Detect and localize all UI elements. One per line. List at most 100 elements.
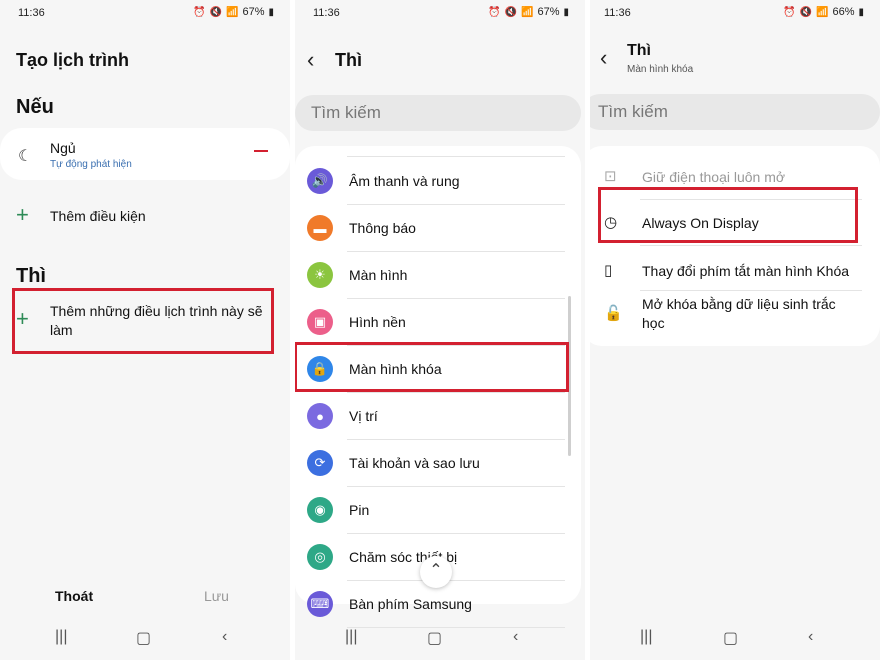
page-title: Thì: [627, 42, 651, 59]
brightness-icon: ☀: [307, 262, 333, 288]
home-icon[interactable]: ▢: [427, 628, 442, 648]
settings-item-wallpaper[interactable]: ▣ Hình nền: [295, 299, 581, 346]
settings-item-battery[interactable]: ◉ Pin: [295, 487, 581, 534]
exit-button[interactable]: Thoát: [55, 588, 93, 604]
if-heading: Nếu: [16, 96, 54, 118]
back-icon[interactable]: ‹: [222, 628, 227, 646]
wifi-icon: 📶: [521, 6, 534, 18]
plus-icon: +: [16, 202, 29, 227]
back-icon[interactable]: ‹: [808, 628, 813, 646]
settings-item-location[interactable]: ● Vị trí: [295, 393, 581, 440]
nav-bar: ||| ▢ ‹: [295, 626, 585, 650]
settings-item-brightness[interactable]: ☀ Màn hình: [295, 252, 581, 299]
device-care-icon: ◎: [307, 544, 333, 570]
keyboard-icon: ⌨: [307, 591, 333, 617]
scroll-to-top-button[interactable]: ⌃: [420, 556, 452, 588]
settings-item-label: Pin: [349, 502, 370, 518]
lock-option-item: ⊡ Giữ điện thoại luôn mở: [590, 154, 880, 200]
status-time: 11:36: [604, 7, 631, 19]
clock-icon: ◷: [604, 214, 618, 231]
page-title: Thì: [335, 50, 362, 70]
divider: [347, 156, 565, 157]
settings-item-label: Bàn phím Samsung: [349, 596, 472, 612]
sound-icon: 🔊: [307, 168, 333, 194]
mute-icon: 🔇: [504, 6, 517, 18]
home-icon[interactable]: ▢: [136, 628, 151, 648]
wifi-icon: 📶: [816, 6, 829, 18]
add-condition-label: Thêm điều kiện: [50, 208, 146, 224]
lock-options-list: ⊡ Giữ điện thoại luôn mở ◷ Always On Displa…: [590, 146, 880, 346]
lock-option-label: Mở khóa bằng dữ liệu sinh trắc học: [642, 296, 836, 331]
lock-option-item[interactable]: ▯ Thay đổi phím tắt màn hình Khóa: [590, 248, 880, 294]
screen-create-schedule: 11:36 ⏰ 🔇 📶 67% ▮ Tạo lịch trình Nếu ☾ N…: [0, 0, 290, 660]
wallpaper-icon: ▣: [307, 309, 333, 335]
page-subtitle: Màn hình khóa: [627, 64, 694, 75]
settings-item-sound[interactable]: 🔊 Âm thanh và rung: [295, 158, 581, 205]
status-bar: 11:36 ⏰ 🔇 📶 67% ▮: [295, 0, 585, 26]
search-input[interactable]: Tìm kiếm: [590, 94, 880, 130]
wifi-icon: 📶: [226, 6, 239, 18]
shortcut-icon: ▯: [604, 262, 613, 279]
nav-bar: ||| ▢ ‹: [590, 626, 880, 650]
mute-icon: 🔇: [799, 6, 812, 18]
lock-option-label: Thay đổi phím tắt màn hình Khóa: [642, 263, 850, 279]
settings-item-lock[interactable]: 🔒 Màn hình khóa: [295, 346, 581, 393]
mute-icon: 🔇: [209, 6, 222, 18]
settings-item-notification[interactable]: ▬ Thông báo: [295, 205, 581, 252]
save-button[interactable]: Lưu: [204, 588, 229, 604]
screen-lock-screen-options: 11:36 ⏰ 🔇 📶 66% ▮ ‹ Thì Màn hình khóa Tì…: [590, 0, 880, 660]
condition-label: Ngủ: [50, 140, 76, 156]
battery-level: 67%: [242, 6, 265, 18]
plus-icon: +: [16, 306, 29, 331]
lock-option-item[interactable]: 🔓 Mở khóa bằng dữ liệu sinh trắc học: [590, 291, 880, 343]
home-icon[interactable]: ▢: [723, 628, 738, 648]
page-title: Tạo lịch trình: [16, 50, 130, 70]
moon-icon: ☾: [18, 148, 33, 165]
settings-list: 🔊 Âm thanh và rung ▬ Thông báo ☀ Màn hình ▣ Hìn…: [295, 146, 581, 628]
back-arrow-icon[interactable]: ‹: [600, 45, 607, 71]
status-time: 11:36: [313, 7, 340, 19]
alarm-icon: ⏰: [783, 6, 796, 18]
status-icons: ⏰ 🔇 📶 67% ▮: [193, 6, 274, 18]
settings-item-label: Hình nền: [349, 314, 406, 330]
settings-item-keyboard[interactable]: ⌨ Bàn phím Samsung: [295, 581, 581, 628]
back-arrow-icon[interactable]: ‹: [307, 47, 314, 73]
settings-item-label: Thông báo: [349, 220, 416, 236]
lock-option-label: Giữ điện thoại luôn mở: [642, 169, 786, 185]
alarm-icon: ⏰: [193, 6, 206, 18]
recents-icon[interactable]: |||: [55, 628, 67, 646]
unlock-icon: 🔓: [604, 305, 623, 322]
location-icon: ●: [307, 403, 333, 429]
recents-icon[interactable]: |||: [345, 628, 357, 646]
status-time: 11:36: [18, 7, 45, 19]
status-icons: ⏰ 🔇 📶 67% ▮: [488, 6, 569, 18]
add-action-label: Thêm những điều lịch trình này sẽ làm: [50, 303, 263, 338]
add-action-row[interactable]: + Thêm những điều lịch trình này sẽ làm: [0, 290, 290, 352]
battery-icon: ▮: [858, 6, 864, 18]
screen-then-settings: 11:36 ⏰ 🔇 📶 67% ▮ ‹ Thì Tìm kiếm 🔊 Âm tha…: [295, 0, 585, 660]
add-condition-row[interactable]: + Thêm điều kiện: [0, 188, 290, 248]
settings-item-label: Vị trí: [349, 408, 378, 424]
back-icon[interactable]: ‹: [513, 628, 518, 646]
lock-icon: 🔒: [307, 356, 333, 382]
status-icons: ⏰ 🔇 📶 66% ▮: [783, 6, 864, 18]
recents-icon[interactable]: |||: [640, 628, 652, 646]
settings-item-label: Màn hình: [349, 267, 408, 283]
battery-icon: ▮: [268, 6, 274, 18]
notification-icon: ▬: [307, 215, 333, 241]
settings-item-sync[interactable]: ⟳ Tài khoản và sao lưu: [295, 440, 581, 487]
settings-item-label: Âm thanh và rung: [349, 173, 460, 189]
search-input[interactable]: Tìm kiếm: [295, 95, 581, 131]
condition-card[interactable]: ☾ Ngủ Tự động phát hiện: [0, 128, 290, 180]
settings-item-label: Màn hình khóa: [349, 361, 442, 377]
then-heading: Thì: [16, 265, 46, 287]
lock-option-label: Always On Display: [642, 215, 759, 231]
lock-option-item[interactable]: ◷ Always On Display: [590, 200, 880, 246]
condition-sublabel: Tự động phát hiện: [50, 159, 132, 170]
battery-icon: ▮: [563, 6, 569, 18]
scrollbar[interactable]: [568, 296, 571, 456]
divider: [640, 245, 862, 246]
status-bar: 11:36 ⏰ 🔇 📶 67% ▮: [0, 0, 290, 26]
remove-condition-icon[interactable]: [254, 150, 268, 152]
battery-level: 67%: [537, 6, 560, 18]
